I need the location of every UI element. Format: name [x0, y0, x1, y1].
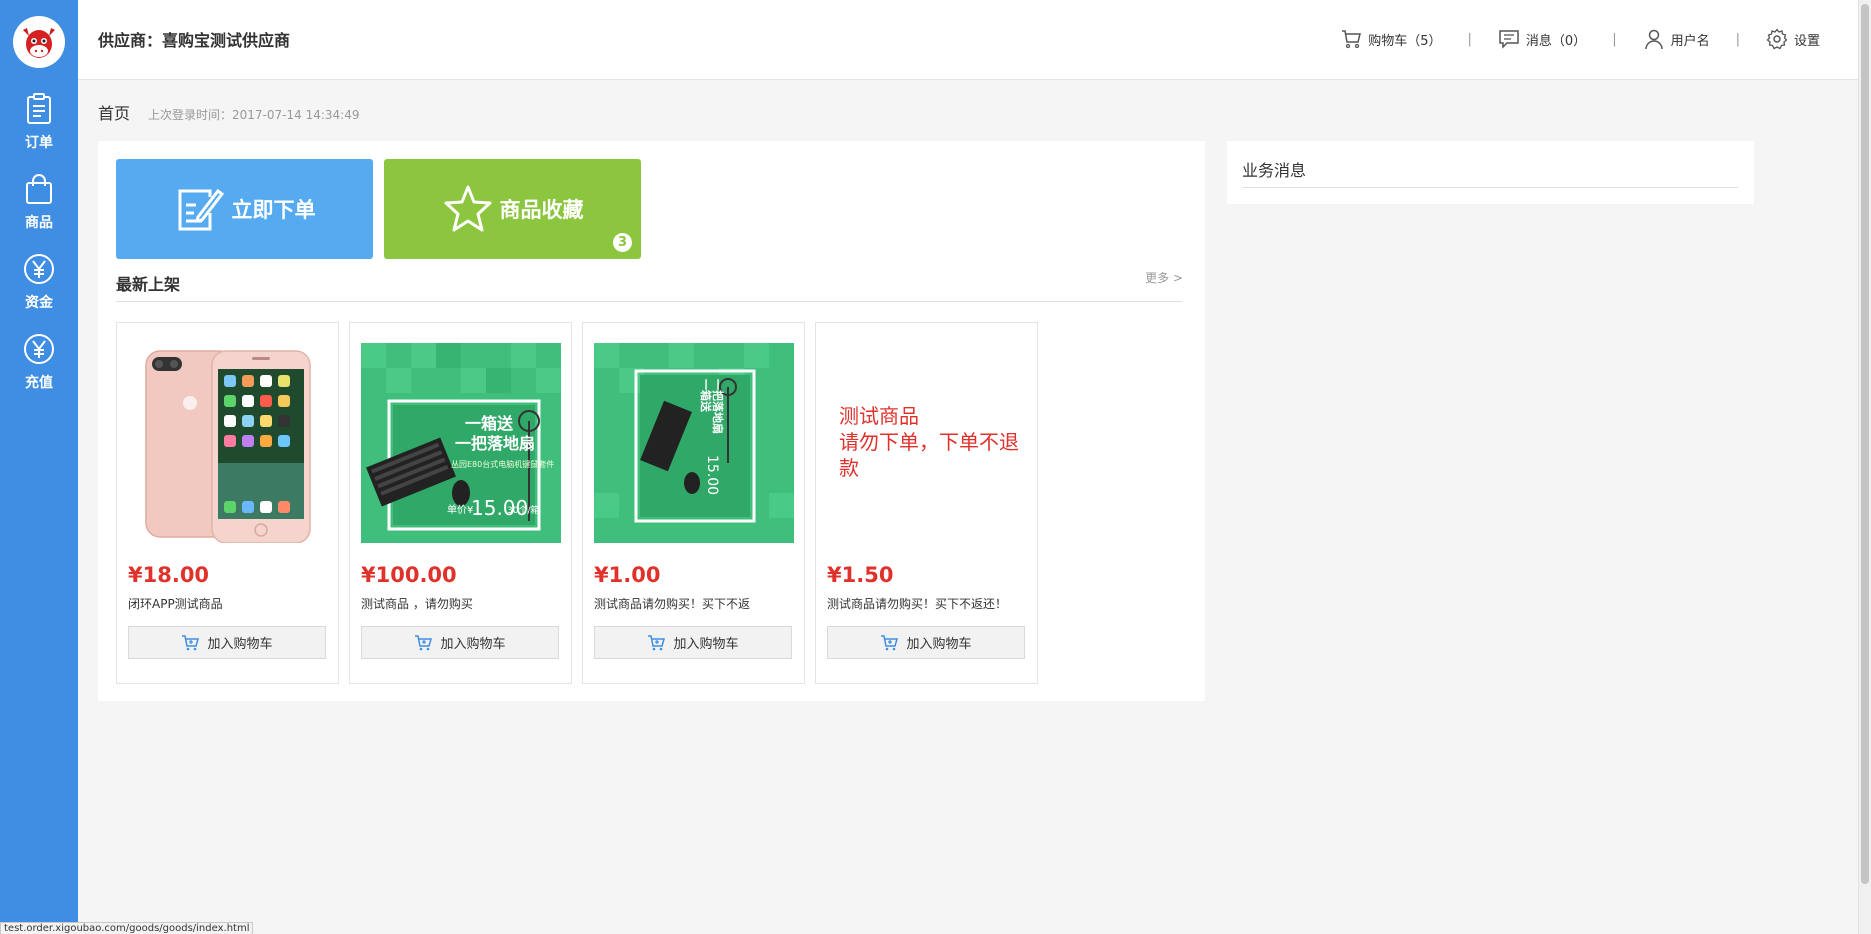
product-card[interactable]: 一箱送 一把落地扇 15.00 ¥1.00 测试商品请勿购买！买下不返 加入购物…	[582, 322, 805, 684]
sidebar-item-label: 商品	[25, 215, 53, 231]
business-messages-panel: 业务消息	[1227, 141, 1754, 204]
product-image[interactable]: 测试商品 请勿下单，下单不退款	[827, 343, 1027, 543]
divider	[1242, 187, 1738, 188]
cart-icon	[415, 634, 433, 650]
username: 用户名	[1670, 33, 1710, 49]
sidebar-item-orders[interactable]: 订单	[0, 92, 78, 162]
product-card[interactable]: 一箱送 一把落地扇 丛园E80台式电脑机键鼠套件 单价¥ 15.00 30个/箱…	[349, 322, 572, 684]
logo[interactable]	[13, 16, 65, 68]
favorites-count-badge: 3	[613, 233, 632, 252]
product-card[interactable]: 测试商品 请勿下单，下单不退款 ¥1.50 测试商品请勿购买！买下不返还！ 加入…	[815, 322, 1038, 684]
product-name[interactable]: 测试商品请勿购买！买下不返	[594, 595, 750, 612]
promo-line-3: 丛园E80台式电脑机键鼠套件	[451, 459, 554, 469]
divider	[116, 301, 1182, 302]
status-url: test.order.xigoubao.com/goods/goods/inde…	[0, 922, 254, 934]
sidebar-item-label: 订单	[25, 135, 53, 151]
vertical-scrollbar[interactable]	[1858, 0, 1871, 934]
phone-product-image	[128, 343, 328, 543]
clipboard-icon	[27, 93, 51, 124]
place-order-label: 立即下单	[231, 198, 316, 222]
gear-icon	[1766, 28, 1788, 50]
sidebar-item-label: 资金	[25, 295, 53, 311]
product-image[interactable]: 一箱送 一把落地扇 15.00	[594, 343, 794, 543]
product-name[interactable]: 测试商品请勿购买！买下不返还！	[827, 595, 1007, 612]
add-to-cart-button[interactable]: 加入购物车	[128, 626, 326, 659]
messages-label: 消息（0）	[1525, 33, 1587, 49]
sidebar-item-goods[interactable]: 商品	[0, 172, 78, 242]
sidebar: 订单 商品 资金 充值	[0, 0, 78, 934]
star-icon	[444, 185, 491, 232]
product-price: ¥100.00	[361, 563, 457, 587]
product-name[interactable]: 闭环APP测试商品	[128, 595, 223, 612]
yen-icon	[24, 254, 54, 284]
keyboard-promo-rotated-image: 一箱送 一把落地扇 15.00	[594, 343, 794, 543]
settings-link[interactable]: 设置	[1766, 28, 1820, 50]
product-name[interactable]: 测试商品 ，请勿购买	[361, 595, 473, 612]
add-to-cart-label: 加入购物车	[207, 637, 273, 652]
main-panel: 立即下单 商品收藏 3 最新上架 更多 > ¥18.00 闭环APP测试商品 加…	[98, 141, 1205, 701]
promo-price: 15.00	[704, 455, 720, 495]
promo-line-1: 一箱送	[465, 414, 514, 433]
separator: |	[1467, 31, 1472, 47]
product-image[interactable]	[128, 343, 328, 543]
cart-icon	[182, 634, 200, 650]
cart-label: 购物车（5）	[1368, 33, 1442, 49]
add-to-cart-label: 加入购物车	[440, 637, 506, 652]
separator: |	[1612, 31, 1617, 47]
promo-qty: 30个/箱	[507, 504, 540, 516]
add-to-cart-button[interactable]: 加入购物车	[827, 626, 1025, 659]
supplier-name: 供应商：喜购宝测试供应商	[98, 31, 291, 50]
product-image[interactable]: 一箱送 一把落地扇 丛园E80台式电脑机键鼠套件 单价¥ 15.00 30个/箱	[361, 343, 561, 543]
last-login-time: 上次登录时间：2017-07-14 14:34:49	[148, 108, 360, 122]
product-image-text: 测试商品 请勿下单，下单不退款	[839, 403, 1027, 481]
scrollbar-thumb[interactable]	[1861, 4, 1869, 884]
product-card[interactable]: ¥18.00 闭环APP测试商品 加入购物车	[116, 322, 339, 684]
more-link[interactable]: 更多 >	[1145, 269, 1183, 286]
place-order-tile[interactable]: 立即下单	[116, 159, 373, 259]
favorites-label: 商品收藏	[499, 198, 584, 222]
cart-link[interactable]: 购物车（5）	[1340, 28, 1442, 50]
image-text-line-2: 请勿下单，下单不退款	[839, 430, 1019, 480]
product-price: ¥18.00	[128, 563, 210, 587]
add-to-cart-label: 加入购物车	[673, 637, 739, 652]
business-messages-title: 业务消息	[1242, 161, 1307, 180]
add-to-cart-button[interactable]: 加入购物车	[361, 626, 559, 659]
cart-icon	[1342, 30, 1362, 49]
message-icon	[1499, 30, 1519, 49]
promo-line-2: 一把落地扇	[455, 434, 535, 453]
sidebar-item-label: 充值	[25, 375, 53, 391]
product-price: ¥1.50	[827, 563, 894, 587]
user-icon	[1644, 29, 1663, 50]
edit-form-icon	[178, 188, 224, 231]
settings-label: 设置	[1793, 33, 1820, 49]
promo-line-2: 一把落地扇	[711, 379, 725, 434]
bag-icon	[26, 174, 52, 204]
product-price: ¥1.00	[594, 563, 661, 587]
sidebar-item-funds[interactable]: 资金	[0, 252, 78, 322]
add-to-cart-button[interactable]: 加入购物车	[594, 626, 792, 659]
promo-price-prefix: 单价¥	[447, 504, 473, 516]
header-actions: 购物车（5） | 消息（0） | 用户名 | 设置	[1340, 28, 1820, 50]
breadcrumb-home[interactable]: 首页	[98, 100, 130, 124]
top-header: 供应商：喜购宝测试供应商 购物车（5） | 消息（0） | 用户名 | 设置	[78, 0, 1858, 80]
cart-icon	[648, 634, 666, 650]
breadcrumb: 首页 上次登录时间：2017-07-14 14:34:49	[98, 100, 359, 124]
favorites-tile[interactable]: 商品收藏 3	[384, 159, 641, 259]
messages-link[interactable]: 消息（0）	[1498, 28, 1586, 50]
promo-line-1: 一箱送	[699, 379, 713, 413]
new-arrivals-title: 最新上架	[116, 275, 181, 294]
yen-icon	[24, 334, 54, 364]
cow-logo-icon	[23, 28, 55, 58]
user-menu[interactable]: 用户名	[1643, 28, 1710, 50]
image-text-line-1: 测试商品	[839, 404, 919, 428]
keyboard-promo-image: 一箱送 一把落地扇 丛园E80台式电脑机键鼠套件 单价¥ 15.00 30个/箱	[361, 343, 561, 543]
separator: |	[1735, 31, 1740, 47]
sidebar-item-recharge[interactable]: 充值	[0, 332, 78, 402]
cart-icon	[881, 634, 899, 650]
add-to-cart-label: 加入购物车	[906, 637, 972, 652]
